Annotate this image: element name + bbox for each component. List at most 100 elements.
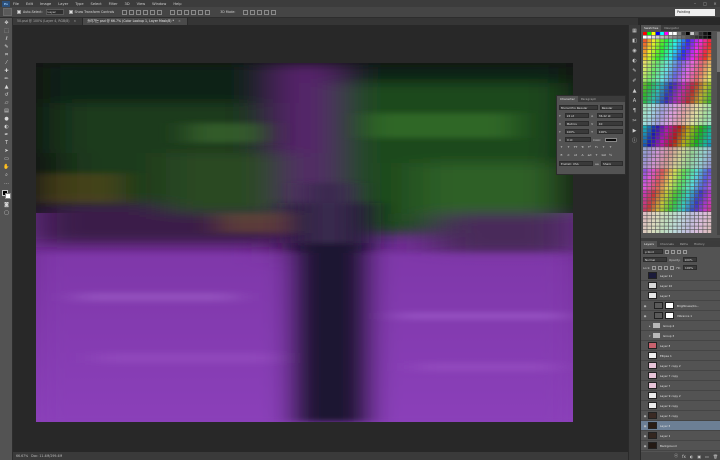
image-canvas[interactable] bbox=[36, 63, 573, 422]
ordinals-button[interactable]: 1st bbox=[601, 153, 606, 158]
history-brush-tool-icon[interactable]: ↺ bbox=[3, 92, 10, 98]
lock-all-icon[interactable] bbox=[670, 265, 675, 270]
blur-tool-icon[interactable]: ● bbox=[3, 116, 10, 122]
background-color[interactable] bbox=[5, 193, 11, 199]
filter-type-icon[interactable] bbox=[677, 249, 681, 254]
close-button[interactable]: × bbox=[712, 1, 718, 6]
discretionary-ligatures-button[interactable]: st bbox=[573, 153, 578, 158]
quick-select-tool-icon[interactable]: ✎ bbox=[3, 44, 10, 50]
visibility-eye-icon[interactable]: ◉ bbox=[642, 303, 648, 309]
character-panel-icon[interactable]: A bbox=[631, 98, 638, 105]
3d-pan-icon[interactable] bbox=[257, 9, 263, 15]
zoom-level[interactable]: 66.67% bbox=[16, 454, 28, 458]
layer-mask-thumbnail[interactable] bbox=[665, 302, 674, 309]
brush-panel-icon[interactable]: ✎ bbox=[631, 68, 638, 75]
layer-mask-thumbnail[interactable] bbox=[665, 312, 674, 319]
tab-channels[interactable]: Channels bbox=[657, 241, 677, 247]
layer-row[interactable]: ◉ Layer 1 bbox=[641, 431, 720, 441]
distribute-bottom-icon[interactable] bbox=[184, 9, 190, 15]
fractions-button[interactable]: ½ bbox=[608, 153, 613, 158]
layer-row[interactable]: ◉ Layer 6 bbox=[641, 421, 720, 431]
distribute-top-icon[interactable] bbox=[170, 9, 176, 15]
horizontal-scale-field[interactable]: 100% bbox=[596, 129, 624, 134]
eyedropper-tool-icon[interactable]: ⁄ bbox=[3, 60, 10, 66]
auto-select-dropdown[interactable]: Layer bbox=[45, 9, 64, 15]
layer-row[interactable]: Ellipse 1 bbox=[641, 351, 720, 361]
properties-panel-icon[interactable]: ◧ bbox=[631, 38, 638, 45]
menu-layer[interactable]: Layer bbox=[58, 2, 68, 6]
faux-italic-button[interactable]: T bbox=[566, 145, 571, 150]
font-size-field[interactable]: 24 pt bbox=[564, 113, 590, 118]
link-layers-icon[interactable]: ⓞ bbox=[674, 453, 678, 459]
close-tab-icon[interactable]: × bbox=[74, 19, 77, 23]
close-tab-icon[interactable]: × bbox=[178, 19, 181, 23]
menu-edit[interactable]: Edit bbox=[26, 2, 33, 6]
shape-tool-icon[interactable]: ▭ bbox=[3, 156, 10, 162]
healing-tool-icon[interactable]: ✚ bbox=[3, 68, 10, 74]
menu-file[interactable]: File bbox=[13, 2, 19, 6]
add-style-icon[interactable]: fx bbox=[682, 454, 686, 459]
align-left-icon[interactable] bbox=[143, 9, 149, 15]
antialias-select[interactable]: Sharp bbox=[601, 161, 623, 166]
menu-help[interactable]: Help bbox=[173, 2, 181, 6]
visibility-eye-icon[interactable]: ◉ bbox=[642, 313, 648, 319]
tab-navigator[interactable]: Navigator bbox=[661, 25, 682, 31]
layer-row[interactable]: ▾ Group 3 bbox=[641, 331, 720, 341]
layer-row[interactable]: Layer 5 bbox=[641, 291, 720, 301]
fill-field[interactable]: 100% bbox=[683, 265, 698, 270]
zoom-tool-icon[interactable]: ⌕ bbox=[3, 172, 10, 178]
faux-bold-button[interactable]: T bbox=[559, 145, 564, 150]
workspace-dropdown[interactable]: Painting bbox=[675, 9, 715, 16]
filter-shape-icon[interactable] bbox=[683, 249, 687, 254]
menu-type[interactable]: Type bbox=[75, 2, 83, 6]
contextual-alternates-button[interactable]: σ bbox=[566, 153, 571, 158]
baseline-shift-field[interactable]: 0 pt bbox=[565, 137, 591, 142]
visibility-eye-icon[interactable] bbox=[642, 333, 648, 339]
info-panel-icon[interactable]: ⓘ bbox=[631, 138, 638, 145]
paragraph-panel-icon[interactable]: ¶ bbox=[631, 108, 638, 115]
leading-field[interactable]: 36.42 pt bbox=[596, 113, 624, 118]
titling-alternates-button[interactable]: T bbox=[594, 153, 599, 158]
vertical-scale-field[interactable]: 100% bbox=[564, 129, 590, 134]
3d-rotate-icon[interactable] bbox=[243, 9, 249, 15]
layer-kind-filter[interactable]: ρ Kind bbox=[643, 249, 663, 254]
layer-row[interactable]: ▸ Group 4 bbox=[641, 321, 720, 331]
align-top-icon[interactable] bbox=[122, 9, 128, 15]
font-family-select[interactable]: Myriad Pro Regular bbox=[559, 105, 598, 110]
tab-paragraph[interactable]: Paragraph bbox=[578, 96, 599, 102]
tab-character[interactable]: Character bbox=[557, 96, 578, 102]
language-select[interactable]: English: USA bbox=[559, 161, 593, 166]
align-bottom-icon[interactable] bbox=[136, 9, 142, 15]
distribute-hcenter-icon[interactable] bbox=[198, 9, 204, 15]
menu-filter[interactable]: Filter bbox=[109, 2, 118, 6]
hand-tool-icon[interactable]: ✋ bbox=[3, 164, 10, 170]
text-color-swatch[interactable] bbox=[605, 137, 617, 142]
layer-row[interactable]: Layer 9 copy bbox=[641, 401, 720, 411]
superscript-button[interactable]: T¹ bbox=[587, 145, 592, 150]
kerning-field[interactable]: Metrics bbox=[564, 121, 590, 126]
brush-presets-icon[interactable]: ✐ bbox=[631, 78, 638, 85]
new-adjustment-icon[interactable]: ▣ bbox=[697, 454, 701, 459]
eraser-tool-icon[interactable]: ▱ bbox=[3, 100, 10, 106]
screen-mode-icon[interactable]: ▢ bbox=[3, 210, 10, 216]
swatch-grid[interactable] bbox=[643, 32, 715, 235]
ligatures-button[interactable]: fi bbox=[559, 153, 564, 158]
tab-document-1[interactable]: 50.psd @ 100% (Layer 4, RGB/8) × bbox=[13, 18, 84, 25]
layer-row[interactable]: ◉ Layer 3 copy bbox=[641, 411, 720, 421]
tab-layers[interactable]: Layers bbox=[641, 241, 657, 247]
maximize-button[interactable]: □ bbox=[702, 1, 708, 6]
lock-position-icon[interactable] bbox=[664, 265, 669, 270]
distribute-vcenter-icon[interactable] bbox=[177, 9, 183, 15]
add-mask-icon[interactable]: ◐ bbox=[690, 454, 694, 459]
layer-row[interactable]: Layer 7 copy bbox=[641, 371, 720, 381]
marquee-tool-icon[interactable]: ⬚ bbox=[3, 28, 10, 34]
tab-document-2[interactable]: 흘러가는 psd @ 66.7% (Color Lookup 1, Layer … bbox=[83, 18, 188, 25]
tab-history[interactable]: History bbox=[691, 241, 708, 247]
layer-row[interactable]: ◉ Background bbox=[641, 441, 720, 451]
menu-image[interactable]: Image bbox=[40, 2, 51, 6]
menu-select[interactable]: Select bbox=[91, 2, 102, 6]
chevron-down-icon[interactable]: ▾ bbox=[649, 334, 652, 338]
underline-button[interactable]: T bbox=[601, 145, 606, 150]
quick-mask-icon[interactable]: ◙ bbox=[3, 202, 10, 208]
adjustments-panel-icon[interactable]: ◐ bbox=[631, 58, 638, 65]
